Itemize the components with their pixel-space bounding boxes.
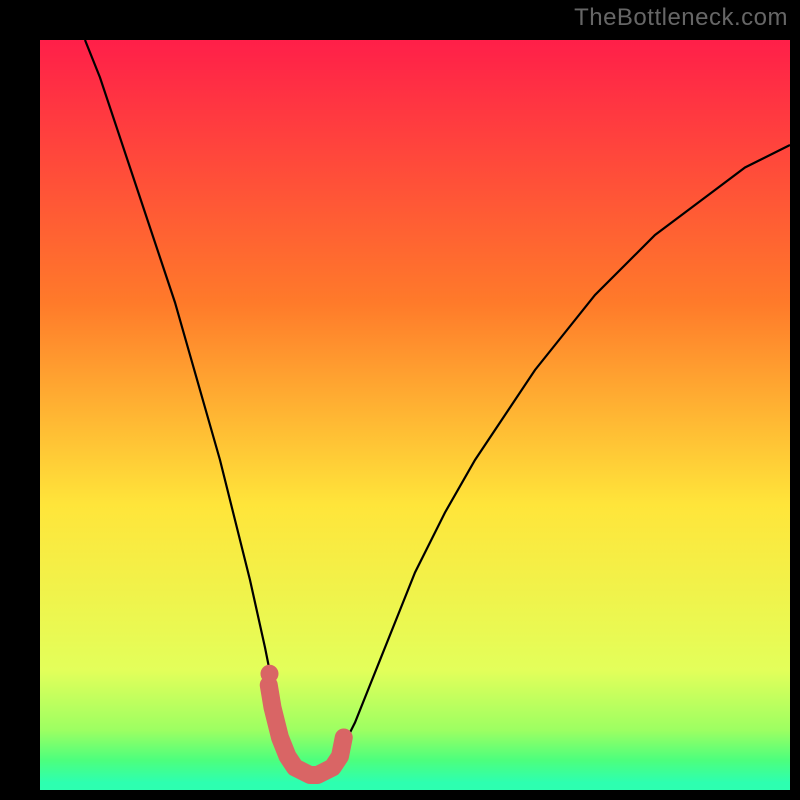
plot-area bbox=[40, 40, 790, 790]
bottleneck-chart-svg bbox=[40, 40, 790, 790]
highlight-point-icon bbox=[261, 665, 279, 683]
chart-container: TheBottleneck.com bbox=[0, 0, 800, 800]
gradient-background bbox=[40, 40, 790, 790]
watermark-text: TheBottleneck.com bbox=[574, 4, 788, 32]
